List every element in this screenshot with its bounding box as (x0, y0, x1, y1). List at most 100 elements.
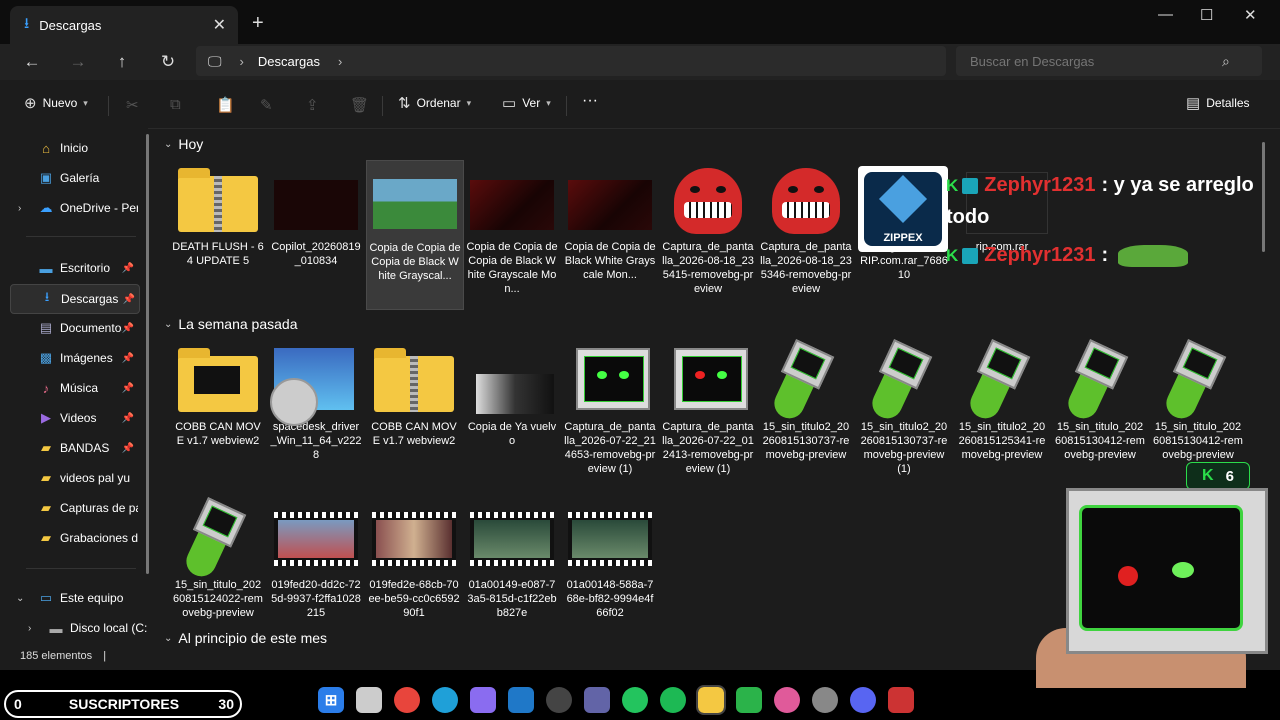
task-view-icon[interactable] (356, 687, 382, 713)
back-button[interactable]: ← (18, 50, 46, 74)
paste-icon[interactable]: 📋 (216, 96, 235, 114)
breadcrumb-descargas[interactable]: Descargas (258, 54, 320, 69)
minimize-button[interactable]: — (1158, 6, 1173, 23)
file-item[interactable]: spacedesk_driver_Win_11_64_v2228 (268, 340, 364, 462)
maximize-button[interactable]: ☐ (1200, 6, 1213, 24)
sidebar-item-musica[interactable]: ♪ Música 📌 (10, 374, 138, 402)
file-item[interactable]: COBB CAN MOVE v1.7 webview2 (170, 340, 266, 448)
sidebar-scrollbar[interactable] (146, 134, 149, 574)
close-tab-icon[interactable]: ✕ (213, 15, 226, 35)
sidebar-item-imagenes[interactable]: ▩ Imágenes 📌 (10, 344, 138, 372)
file-item[interactable]: 15_sin_titulo_20260815130412-removebg-pr… (1052, 339, 1148, 462)
chevron-right-icon[interactable]: › (18, 203, 21, 214)
rename-icon[interactable]: ✎ (260, 96, 273, 114)
divider (26, 568, 136, 569)
file-item[interactable]: 15_sin_titulo_20260815130412-removebg-pr… (1150, 339, 1246, 462)
file-item[interactable]: 019fed2e-68cb-70ee-be59-cc0c659290f1 (366, 498, 462, 620)
file-explorer-icon[interactable] (696, 685, 726, 715)
copy-icon[interactable]: ⧉ (170, 96, 181, 113)
search-icon: ⌕ (1222, 52, 1230, 69)
sidebar-item-videos[interactable]: ▶ Videos 📌 (10, 404, 138, 432)
sidebar-item-label: Inicio (60, 141, 89, 155)
group-title: La semana pasada (178, 316, 298, 332)
sidebar-item-bandas[interactable]: ▰ BANDAS 📌 (10, 434, 138, 462)
tab-descargas[interactable]: ⭳ Descargas ✕ (10, 6, 238, 44)
cut-icon[interactable]: ✂ (126, 96, 139, 114)
file-item[interactable]: 019fed20-dd2c-725d-9937-f2ffa1028215 (268, 498, 364, 620)
delete-icon[interactable]: 🗑 (350, 96, 369, 114)
file-item[interactable]: 15_sin_titulo_20260815124022-removebg-pr… (170, 497, 266, 620)
image-thumbnail (373, 179, 457, 229)
spotify-icon[interactable] (660, 687, 686, 713)
sidebar-item-descargas[interactable]: ⭳ Descargas 📌 (10, 284, 140, 314)
sidebar-item-onedrive[interactable]: › ☁ OneDrive - Perso (10, 194, 138, 222)
up-button[interactable]: ↑ (108, 50, 136, 74)
green-app-icon[interactable] (736, 687, 762, 713)
obs-icon[interactable] (546, 687, 572, 713)
video-thumbnail (470, 512, 554, 566)
sidebar-item-este-equipo[interactable]: ⌄ ▭ Este equipo (10, 584, 138, 612)
refresh-button[interactable]: ↻ (154, 50, 182, 74)
teams-icon[interactable] (584, 687, 610, 713)
sidebar-item-galeria[interactable]: ▣ Galería (10, 164, 138, 192)
outlook-icon[interactable] (508, 687, 534, 713)
folder-icon: ▰ (41, 530, 51, 545)
file-item[interactable]: Copia de Copia de Copia de Black White G… (464, 160, 560, 296)
file-name: 01a00149-e087-73a5-815d-c1f22ebb827e (467, 579, 557, 619)
edge-icon[interactable] (432, 687, 458, 713)
file-item[interactable]: COBB CAN MOVE v1.7 webview2 (366, 340, 462, 448)
sidebar-item-grabaciones[interactable]: ▰ Grabaciones de (10, 524, 138, 552)
chevron-down-icon[interactable]: ⌄ (16, 593, 24, 604)
group-header-principio-mes[interactable]: ⌄ Al principio de este mes (164, 630, 327, 646)
file-item[interactable]: 01a00148-588a-768e-bf82-9994e4f66f02 (562, 498, 658, 620)
new-button[interactable]: ⊕ Nuevo ▾ (24, 94, 88, 112)
share-icon[interactable]: ⇪ (306, 96, 319, 114)
pin-icon: 📌 (121, 382, 134, 394)
file-item[interactable]: Captura_de_pantalla_2026-07-22_214653-re… (562, 340, 658, 476)
discord-icon[interactable] (850, 687, 876, 713)
chrome-icon[interactable] (394, 687, 420, 713)
file-item[interactable]: DEATH FLUSH - 64 UPDATE 5 (170, 160, 266, 268)
file-item[interactable]: Copilot_20260819_010834 (268, 160, 364, 268)
sidebar-item-escritorio[interactable]: ▬ Escritorio 📌 (10, 254, 138, 282)
file-item[interactable]: Captura_de_pantalla_2026-08-18_235415-re… (660, 160, 756, 296)
sidebar-item-disco-local[interactable]: › ▬ Disco local (C: (20, 614, 148, 642)
file-item[interactable]: 15_sin_titulo2_20260815125341-removebg-p… (954, 339, 1050, 462)
view-button[interactable]: ▭ Ver ▾ (502, 94, 551, 112)
file-item[interactable]: ZIPPEX Among.Us-SteamRIP.com.rar_768610 (856, 160, 952, 282)
breadcrumb[interactable]: 🖵 › Descargas › (196, 46, 946, 76)
windows-start-icon[interactable]: ⊞ (318, 687, 344, 713)
close-window-button[interactable]: ✕ (1244, 6, 1257, 24)
file-item[interactable]: Captura_de_pantalla_2026-07-22_012413-re… (660, 340, 756, 476)
sidebar-item-videos-pal-yu[interactable]: ▰ videos pal yu (10, 464, 138, 492)
file-item[interactable]: 01a00149-e087-73a5-815d-c1f22ebb827e (464, 498, 560, 620)
search-box[interactable]: ⌕ (956, 46, 1262, 76)
settings-icon[interactable] (812, 687, 838, 713)
file-item[interactable]: Captura_de_pantalla_2026-08-18_235346-re… (758, 160, 854, 296)
tool-app-icon[interactable] (888, 687, 914, 713)
sidebar-item-inicio[interactable]: ⌂ Inicio (10, 134, 138, 162)
content-scrollbar[interactable] (1262, 142, 1265, 252)
more-options-button[interactable]: ··· (582, 92, 598, 110)
chevron-right-icon[interactable]: › (28, 623, 31, 634)
sidebar-item-capturas[interactable]: ▰ Capturas de par (10, 494, 138, 522)
file-item[interactable]: 15_sin_titulo2_20260815130737-removebg-p… (856, 339, 952, 476)
copilot-icon[interactable] (470, 687, 496, 713)
file-item[interactable]: Copia de Ya vuelvo (464, 340, 560, 448)
group-header-hoy[interactable]: ⌄ Hoy (164, 136, 203, 152)
new-tab-button[interactable]: + (252, 12, 264, 35)
group-header-semana-pasada[interactable]: ⌄ La semana pasada (164, 316, 297, 332)
details-button[interactable]: ▤ Detalles (1186, 94, 1250, 112)
send-app-icon[interactable] (622, 687, 648, 713)
sidebar-item-label: Documentos (60, 321, 122, 335)
file-item[interactable]: Copia de Copia de Black White Grayscale … (562, 160, 658, 282)
file-item-selected[interactable]: Copia de Copia de Copia de Black White G… (366, 160, 464, 310)
forward-button[interactable]: → (64, 50, 92, 74)
file-item[interactable]: 15_sin_titulo2_20260815130737-removebg-p… (758, 339, 854, 462)
pinwheel-app-icon[interactable] (774, 687, 800, 713)
sort-button[interactable]: ⇅ Ordenar ▾ (398, 94, 471, 112)
sidebar-item-documentos[interactable]: ▤ Documentos 📌 (10, 314, 138, 342)
search-input[interactable] (968, 52, 1222, 70)
folder-icon: ▰ (41, 500, 51, 515)
image-thumbnail (476, 374, 554, 414)
